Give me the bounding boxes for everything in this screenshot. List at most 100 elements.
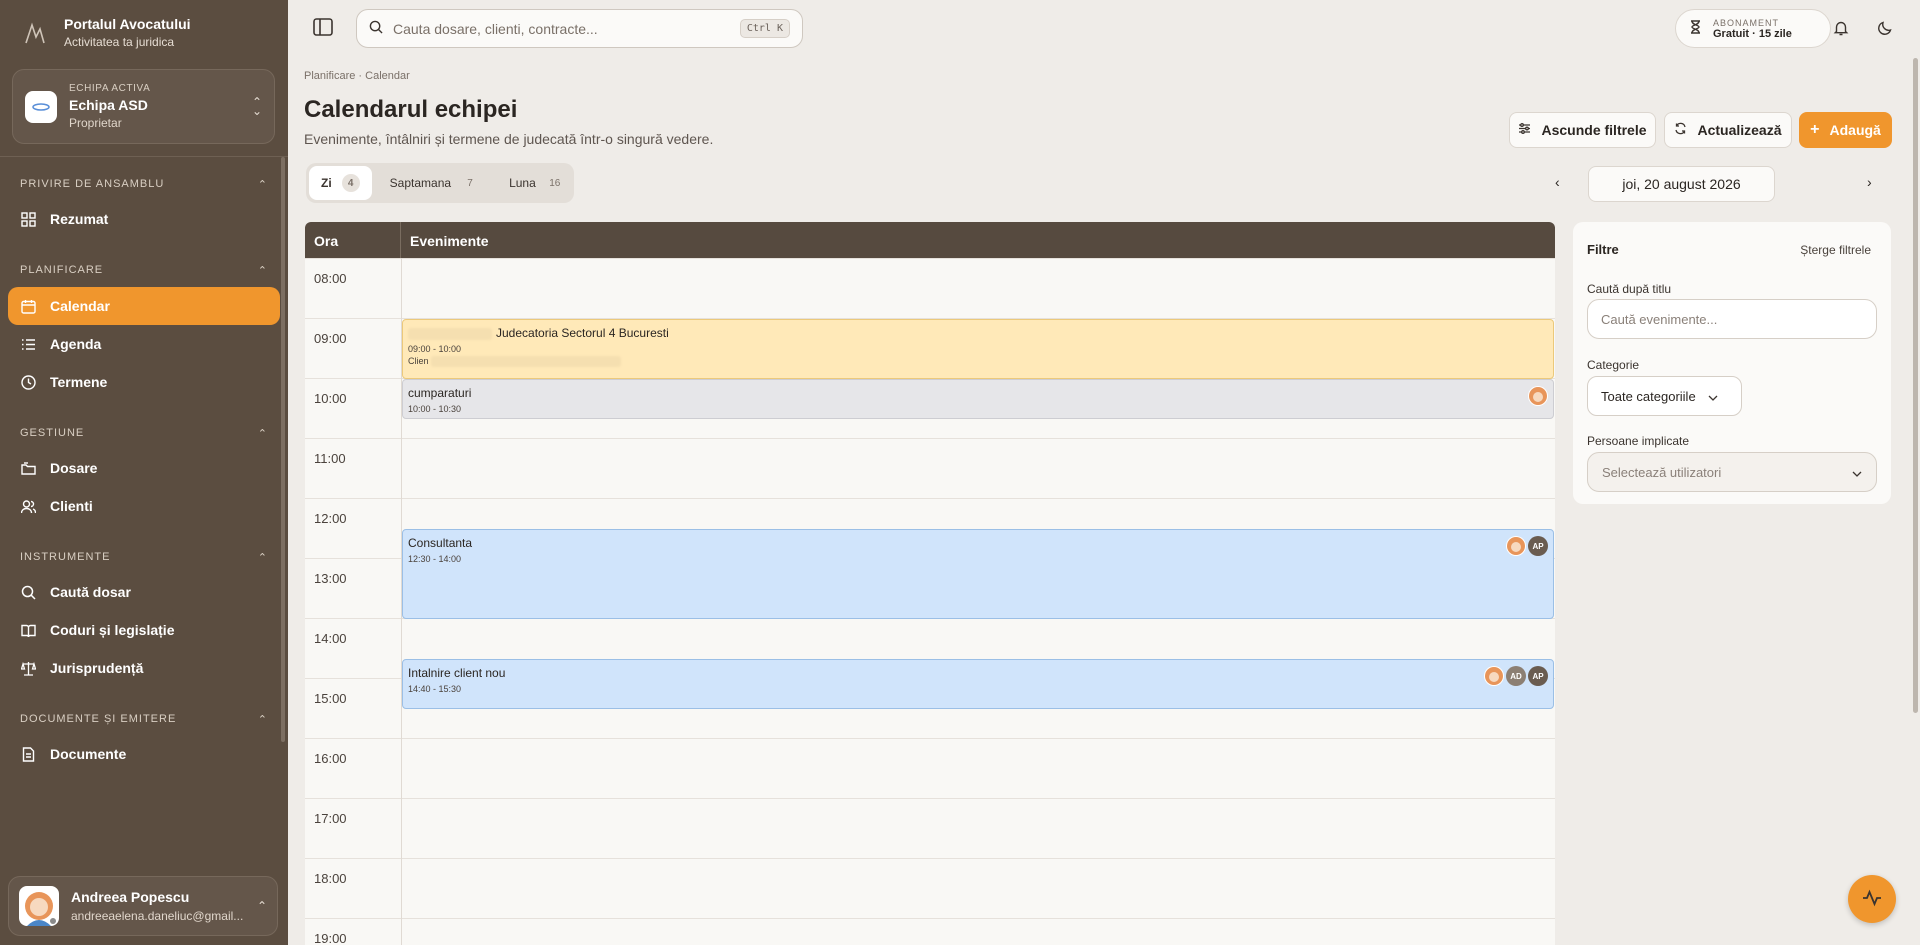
hour-label: 17:00 xyxy=(314,811,347,826)
bell-icon[interactable] xyxy=(1830,17,1852,39)
hour-label: 13:00 xyxy=(314,571,347,586)
title-filter-label: Caută după titlu xyxy=(1587,282,1672,296)
event-card-cumparaturi[interactable]: cumparaturi 10:00 - 10:30 xyxy=(402,379,1554,419)
sidebar-item-documente[interactable]: Documente xyxy=(8,735,280,773)
date-picker-button[interactable]: joi, 20 august 2026 xyxy=(1588,166,1775,202)
tab-zi[interactable]: Zi 4 xyxy=(309,166,372,200)
clock-icon xyxy=(20,374,36,390)
event-title: Intalnire client nou xyxy=(408,666,506,680)
user-email: andreeaelena.daneliuc@gmail... xyxy=(71,909,244,923)
hour-row[interactable]: 08:00 xyxy=(305,258,1555,318)
event-title: Judecatoria Sectorul 4 Bucuresti xyxy=(408,326,1548,340)
search-input[interactable]: Cauta dosare, clienti, contracte... xyxy=(393,21,730,37)
participant-avatar: AP xyxy=(1528,536,1548,556)
hour-row[interactable]: 17:00 xyxy=(305,798,1555,858)
tab-luna[interactable]: Luna 16 xyxy=(497,166,576,200)
sidebar-item-label: Dosare xyxy=(50,460,98,476)
tab-count: 7 xyxy=(467,177,473,189)
event-client: Clien xyxy=(408,356,1548,368)
sidebar-scrollbar[interactable] xyxy=(281,157,285,742)
hour-column-header: Ora xyxy=(305,222,401,258)
hour-label: 11:00 xyxy=(314,451,346,466)
sidebar-item-cauta-dosar[interactable]: Caută dosar xyxy=(8,573,280,611)
sidebar-item-dosare[interactable]: Dosare xyxy=(8,449,280,487)
main-scrollbar[interactable] xyxy=(1913,58,1918,713)
hour-label: 12:00 xyxy=(314,511,347,526)
event-time: 12:30 - 14:00 xyxy=(408,554,462,564)
refresh-button[interactable]: Actualizează xyxy=(1664,112,1792,148)
team-role: Proprietar xyxy=(69,116,122,130)
people-select[interactable]: Selectează utilizatori xyxy=(1587,452,1877,492)
events-column-header: Evenimente xyxy=(410,233,489,249)
activity-fab-button[interactable] xyxy=(1848,875,1896,923)
category-value: Toate categoriile xyxy=(1601,388,1696,404)
category-select[interactable]: Toate categoriile xyxy=(1587,376,1742,416)
hide-filters-button[interactable]: Ascunde filtrele xyxy=(1509,112,1656,148)
chevron-up-icon: ⌃ xyxy=(257,427,268,440)
sidebar-item-label: Clienti xyxy=(50,498,93,514)
event-card-judecatoria[interactable]: Judecatoria Sectorul 4 Bucuresti 09:00 -… xyxy=(402,319,1554,379)
sidebar-item-label: Coduri și legislație xyxy=(50,622,175,638)
document-icon xyxy=(20,746,36,762)
tab-label: Zi xyxy=(321,176,332,190)
sidebar-item-agenda[interactable]: Agenda xyxy=(8,325,280,363)
clear-filters-link[interactable]: Șterge filtrele xyxy=(1800,243,1871,257)
event-time: 09:00 - 10:00 xyxy=(408,344,462,354)
refresh-label: Actualizează xyxy=(1697,122,1782,138)
section-planificare[interactable]: PLANIFICARE ⌃ xyxy=(0,260,288,280)
hour-row[interactable]: 16:00 xyxy=(305,738,1555,798)
hourglass-icon xyxy=(1690,20,1701,37)
section-documente[interactable]: DOCUMENTE ȘI EMITERE ⌃ xyxy=(0,709,288,729)
section-gestiune[interactable]: GESTIUNE ⌃ xyxy=(0,423,288,443)
filters-title: Filtre xyxy=(1587,242,1619,257)
participant-avatar: AP xyxy=(1528,666,1548,686)
subscription-badge[interactable]: ABONAMENT Gratuit · 15 zile xyxy=(1675,9,1831,48)
event-participants: AP xyxy=(1506,536,1548,556)
previous-day-button[interactable]: ‹ xyxy=(1555,174,1560,190)
title-filter-input[interactable]: Caută evenimente... xyxy=(1587,299,1877,339)
sidebar-toggle-button[interactable] xyxy=(312,16,336,40)
section-overview[interactable]: PRIVIRE DE ANSAMBLU ⌃ xyxy=(0,174,288,194)
event-title: cumparaturi xyxy=(408,386,472,400)
event-time: 10:00 - 10:30 xyxy=(408,404,462,414)
sidebar-item-clienti[interactable]: Clienti xyxy=(8,487,280,525)
hour-label: 09:00 xyxy=(314,331,347,346)
hour-row[interactable]: 11:00 xyxy=(305,438,1555,498)
sidebar-item-termene[interactable]: Termene xyxy=(8,363,280,401)
moon-icon[interactable] xyxy=(1874,17,1896,39)
sidebar-item-calendar[interactable]: Calendar xyxy=(8,287,280,325)
hour-label: 16:00 xyxy=(314,751,347,766)
add-label: Adaugă xyxy=(1829,122,1881,138)
filters-panel: Filtre Șterge filtrele Caută după titlu … xyxy=(1573,222,1891,504)
next-day-button[interactable]: › xyxy=(1867,174,1872,190)
tab-label: Luna xyxy=(509,176,536,190)
sidebar-item-coduri[interactable]: Coduri și legislație xyxy=(8,611,280,649)
chevron-up-icon: ⌃ xyxy=(257,178,268,191)
grid-icon xyxy=(20,211,36,227)
chevron-up-icon: ⌃ xyxy=(256,899,267,913)
chevron-up-icon: ⌃ xyxy=(257,713,268,726)
people-placeholder: Selectează utilizatori xyxy=(1602,464,1722,480)
subscription-value: Gratuit · 15 zile xyxy=(1713,27,1792,40)
hour-row[interactable]: 19:00 xyxy=(305,918,1555,945)
tab-saptamana[interactable]: Saptamana 7 xyxy=(378,166,491,200)
sidebar-item-rezumat[interactable]: Rezumat xyxy=(8,200,280,238)
event-card-intalnire-client[interactable]: Intalnire client nou 14:40 - 15:30 AD AP xyxy=(402,659,1554,709)
people-filter-label: Persoane implicate xyxy=(1587,434,1690,448)
participant-avatar: AD xyxy=(1506,666,1526,686)
team-switcher[interactable]: ECHIPA ACTIVA Echipa ASD Proprietar ⌃ ⌄ xyxy=(12,69,275,144)
event-participants: AD AP xyxy=(1484,666,1548,686)
add-button[interactable]: + Adaugă xyxy=(1799,112,1892,148)
participant-avatar xyxy=(1528,386,1548,406)
participant-avatar xyxy=(1506,536,1526,556)
global-search[interactable]: Cauta dosare, clienti, contracte... Ctrl… xyxy=(356,9,803,48)
breadcrumb: Planificare · Calendar xyxy=(304,70,410,82)
brand[interactable]: Portalul Avocatului Activitatea ta jurid… xyxy=(20,16,191,49)
hour-row[interactable]: 18:00 xyxy=(305,858,1555,918)
sidebar-item-jurisprudenta[interactable]: Jurisprudență xyxy=(8,649,280,687)
event-card-consultanta[interactable]: Consultanta 12:30 - 14:00 AP xyxy=(402,529,1554,619)
sidebar-nav: PRIVIRE DE ANSAMBLU ⌃ Rezumat PLANIFICAR… xyxy=(0,157,288,872)
hour-label: 18:00 xyxy=(314,871,347,886)
user-menu[interactable]: Andreea Popescu andreeaelena.daneliuc@gm… xyxy=(8,876,278,936)
section-instrumente[interactable]: INSTRUMENTE ⌃ xyxy=(0,547,288,567)
